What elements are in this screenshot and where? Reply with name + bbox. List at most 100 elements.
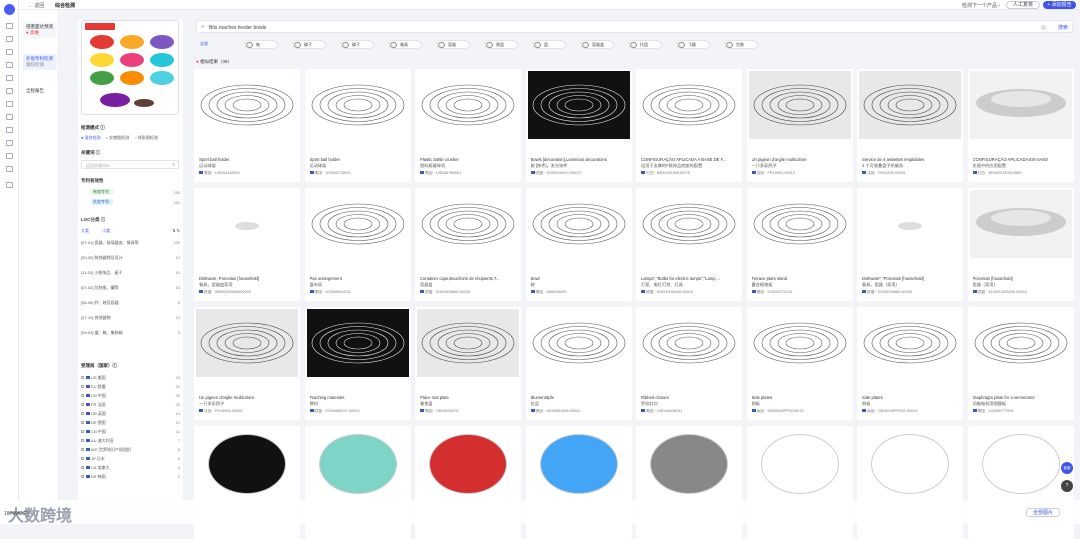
keyword-input[interactable]: 运用关键词ID ⌕ <box>81 160 179 169</box>
nav-icon[interactable] <box>6 182 13 188</box>
result-card[interactable]: Teaching materials 教材 欧盟 · EU00068197-0001… <box>304 307 411 420</box>
result-card[interactable]: CONFIGURAÇÃO APLICADA A BASE DE F... 适用于支… <box>636 69 742 182</box>
category-chip[interactable]: 果盘 <box>484 40 518 49</box>
result-image[interactable] <box>638 190 740 258</box>
nav-icon[interactable] <box>6 23 13 29</box>
result-card[interactable]: CONFIGURAÇÃO APLICADA EM VASO 花瓶中的应用配置 巴西 … <box>967 69 1074 182</box>
tab-major[interactable]: 大类 <box>81 228 89 233</box>
nav-icon[interactable] <box>6 127 13 133</box>
result-title[interactable]: Place mat plate <box>420 395 518 400</box>
category-chip[interactable]: 碟子 <box>292 40 326 49</box>
result-title[interactable]: Side plates <box>862 395 960 400</box>
category-chip[interactable]: 碗 <box>244 40 278 49</box>
loc-item[interactable]: [07-01] 瓷器、玻璃器皿、餐具等 1​59 <box>81 240 180 246</box>
category-chip[interactable]: 飞碟 <box>676 40 710 49</box>
result-title[interactable]: Pan arrangement <box>310 276 408 281</box>
result-title[interactable]: Container caps,Bouchons de récipients,T.… <box>420 276 518 281</box>
app-logo-icon[interactable] <box>4 4 15 15</box>
result-title[interactable]: Sport ball holder <box>199 157 297 162</box>
help-fab[interactable]: ? <box>1061 480 1073 492</box>
category-chip[interactable]: 餐具 <box>388 40 422 49</box>
result-card[interactable]: Container caps,Bouchons de récipients,T.… <box>415 188 521 301</box>
result-title[interactable]: Bowls [decoration],Luminous decorations <box>531 157 629 162</box>
result-title[interactable]: Diaphragm plate for a servomotor <box>973 395 1071 400</box>
query-image[interactable] <box>81 20 179 115</box>
result-title[interactable]: Side plates <box>752 395 850 400</box>
service-fab[interactable]: 客服 <box>1061 462 1073 474</box>
result-title[interactable]: CONFIGURAÇÃO APLICADA EM VASO <box>973 157 1071 162</box>
result-title[interactable]: CONFIGURAÇÃO APLICADA A BASE DE F... <box>641 157 739 162</box>
loc-item[interactable]: [07-10] 其他器物 12 <box>81 315 180 321</box>
result-title[interactable]: Plastic bottle crusher <box>420 157 518 162</box>
result-card[interactable]: Un pigeon d'argile multicolore 一只多彩鸽子 法国 ·… <box>746 69 853 182</box>
loc-item[interactable]: [09-03] 盒、箱、集装箱 3 <box>81 330 180 336</box>
checkbox[interactable] <box>81 421 84 424</box>
result-card[interactable]: Side plates 侧板 英国 · GB90049PP022-0001S <box>857 307 963 420</box>
result-image[interactable] <box>859 190 961 258</box>
nav-icon[interactable] <box>6 101 13 107</box>
result-title[interactable]: Lamps","Bulbs for electric lamps","Lamp … <box>641 276 739 281</box>
result-title[interactable]: Terrace plant stand <box>752 276 850 281</box>
result-image[interactable] <box>527 309 630 377</box>
result-card[interactable]: Blumentöpfe 花盆 德国 · DE40061556-00002 <box>525 307 632 420</box>
result-image[interactable] <box>208 434 286 494</box>
result-card[interactable]: Porcelain [household] 瓷器（家用） 欧盟 · EU000102… <box>967 188 1074 301</box>
result-image[interactable] <box>417 309 519 377</box>
result-card[interactable]: Terrace plant stand 露台植物架 美国 · USD922741S1 <box>746 188 853 301</box>
nav-icon[interactable] <box>6 62 13 68</box>
region-item[interactable]: CN 中国 26 <box>81 393 180 399</box>
result-card[interactable]: Place mat plate 餐垫盘 美国 · GB00003975 <box>415 307 521 420</box>
result-title[interactable]: Porcelain [household] <box>973 276 1071 281</box>
nav-item-tort-prediction[interactable]: 侵害面达预测 ● 高维 <box>23 22 57 38</box>
result-image[interactable] <box>748 71 851 139</box>
camera-icon[interactable]: ◎ <box>1041 24 1046 31</box>
result-card[interactable]: Sport ball holder 运动球架 美国 · USD814455S1 <box>194 69 300 182</box>
region-item[interactable]: AU 澳大利亚 7 <box>81 438 180 444</box>
mode-option[interactable]: ○ 实物图检测 <box>106 135 130 140</box>
next-product-link[interactable]: 检测下一个产品 › <box>962 2 1000 9</box>
nav-icon[interactable] <box>6 140 13 146</box>
result-image[interactable] <box>969 71 1072 139</box>
result-image[interactable] <box>306 190 409 258</box>
nav-icon[interactable] <box>6 114 13 120</box>
region-item[interactable]: GB 英国 14 <box>81 411 180 417</box>
region-item[interactable]: FR 法国 20 <box>81 402 180 408</box>
region-item[interactable]: EU 欧盟 30 <box>81 384 180 390</box>
result-title[interactable]: Sport ball holder <box>310 157 408 162</box>
result-image[interactable] <box>417 71 519 139</box>
region-item[interactable]: CN 中国 11 <box>81 429 180 435</box>
result-image[interactable] <box>969 190 1072 258</box>
all-images-button[interactable]: 全部图片 <box>1026 508 1060 517</box>
result-image[interactable] <box>306 309 409 377</box>
checkbox[interactable] <box>81 457 84 460</box>
nav-icon[interactable] <box>6 166 13 172</box>
back-link[interactable]: ← 返回 <box>28 2 44 9</box>
valid-pill[interactable]: 有效专利 <box>91 189 113 195</box>
search-button[interactable]: 搜索 <box>1058 24 1068 31</box>
result-card[interactable]: Ribbed closure 罗纹封口 美国 · USD449080S1 <box>636 307 742 420</box>
checkbox[interactable] <box>81 385 84 388</box>
result-image[interactable] <box>318 434 397 494</box>
result-card[interactable]: Lamps","Bulbs for electric lamps","Lamp … <box>636 188 742 301</box>
result-card[interactable]: Sport ball holder 运动球架 美国 · USD837769S1 <box>304 69 411 182</box>
result-image[interactable] <box>859 309 961 377</box>
result-card[interactable]: Diaphragm plate for a servomotor 伺服电机用隔膜板… <box>967 307 1074 420</box>
result-title[interactable]: Blumentöpfe <box>531 395 629 400</box>
result-image[interactable] <box>871 434 949 494</box>
result-image[interactable] <box>638 309 740 377</box>
nav-icon[interactable] <box>6 75 13 81</box>
result-card[interactable]: Un pigeon d'argile multicolore 一只多彩鸽子 法国 ·… <box>194 307 300 420</box>
result-card[interactable]: Service de 4 assiettes empilables 4 个可堆叠盘… <box>857 69 963 182</box>
result-image[interactable] <box>748 309 851 377</box>
result-image[interactable] <box>417 190 519 258</box>
result-image[interactable] <box>306 71 409 139</box>
result-image[interactable] <box>760 434 839 494</box>
result-image[interactable] <box>539 434 618 494</box>
nav-icon[interactable] <box>6 88 13 94</box>
result-title[interactable]: Dishware","Porcelain [household] <box>862 276 960 281</box>
checkbox[interactable] <box>81 394 84 397</box>
checkbox[interactable] <box>81 376 84 379</box>
mode-options[interactable]: ● 混合检测 ○ 实物图检测 ○ 线条图检测 <box>81 135 180 141</box>
result-image[interactable] <box>196 309 298 377</box>
result-image[interactable] <box>527 71 630 139</box>
